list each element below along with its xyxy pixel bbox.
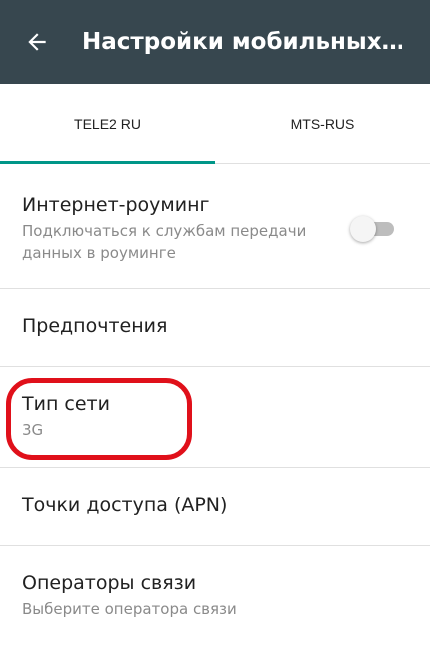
setting-preferences[interactable]: Предпочтения bbox=[0, 289, 430, 367]
setting-apn[interactable]: Точки доступа (APN) bbox=[0, 468, 430, 546]
arrow-back-icon[interactable] bbox=[24, 28, 52, 56]
tab-tele2[interactable]: TELE2 RU bbox=[0, 84, 215, 164]
roaming-toggle[interactable] bbox=[350, 214, 398, 242]
apn-title: Точки доступа (APN) bbox=[22, 494, 228, 516]
tab-mts[interactable]: MTS-RUS bbox=[215, 84, 430, 163]
operator-tabs: TELE2 RU MTS-RUS bbox=[0, 84, 430, 164]
toggle-thumb bbox=[350, 216, 376, 242]
preferences-title: Предпочтения bbox=[22, 315, 168, 337]
setting-operators[interactable]: Операторы связи Выберите оператора связи bbox=[0, 546, 430, 651]
setting-internet-roaming[interactable]: Интернет-роуминг Подключаться к службам … bbox=[0, 164, 430, 289]
network-type-title: Тип сети bbox=[22, 393, 110, 415]
app-bar: Настройки мобильных… bbox=[0, 0, 430, 84]
operators-subtitle: Выберите оператора связи bbox=[22, 600, 237, 618]
roaming-subtitle: Подключаться к службам передачи данных в… bbox=[22, 222, 307, 262]
roaming-title: Интернет-роуминг bbox=[22, 194, 210, 216]
operators-title: Операторы связи bbox=[22, 572, 197, 594]
setting-network-type[interactable]: Тип сети 3G bbox=[0, 367, 430, 468]
network-type-value: 3G bbox=[22, 421, 44, 439]
page-title: Настройки мобильных… bbox=[82, 29, 402, 55]
